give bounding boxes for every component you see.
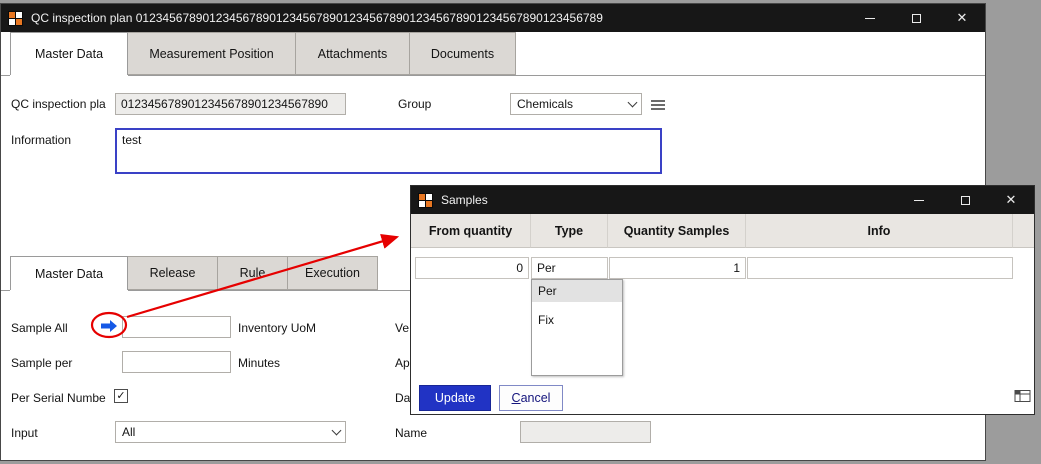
name-input [520,421,651,443]
dialog-maximize-button[interactable] [942,186,988,214]
maximize-button[interactable] [893,4,939,32]
link-arrow-icon[interactable] [100,319,118,333]
type-dropdown-list: Per Fix [531,279,623,376]
sample-per-input[interactable] [122,351,231,373]
desktop-background: QC inspection plan 012345678901234567890… [0,0,1041,464]
dialog-window-controls: ✕ [896,186,1034,214]
main-window-titlebar[interactable]: QC inspection plan 012345678901234567890… [1,4,985,32]
tab-attachments[interactable]: Attachments [296,32,410,75]
label-da: Da [395,391,410,405]
tab-master-data[interactable]: Master Data [10,32,128,75]
column-header-info: Info [746,214,1013,248]
sample-all-label: Sample All [11,321,68,335]
dropdown-option-fix[interactable]: Fix [532,309,622,331]
cancel-button[interactable]: Cancel [499,385,563,411]
inner-tab-master-data[interactable]: Master Data [10,256,128,290]
label-ve: Ve [395,321,409,335]
type-combobox[interactable]: Per [531,257,608,279]
input-label: Input [11,426,38,440]
dropdown-option-per[interactable]: Per [532,280,622,302]
code-label: QC inspection pla [11,97,106,111]
minimize-icon [914,200,924,201]
close-button[interactable]: ✕ [939,4,985,32]
label-ap: Ap [395,356,410,370]
main-tabstrip: Master Data Measurement Position Attachm… [1,32,985,76]
app-logo-icon [418,193,433,208]
information-label: Information [11,133,71,147]
inventory-uom-label: Inventory UoM [238,321,316,335]
quantity-samples-input[interactable] [609,257,746,279]
chevron-down-icon [628,97,638,107]
maximize-icon [961,196,970,205]
samples-dialog-titlebar[interactable]: Samples ✕ [411,186,1034,214]
chevron-down-icon [332,425,342,435]
group-combobox-value: Chemicals [517,97,629,111]
column-header-from-quantity: From quantity [411,214,531,248]
update-button[interactable]: Update [419,385,491,411]
from-quantity-input[interactable] [415,257,529,279]
input-combobox-value: All [122,425,333,439]
app-logo-icon [8,11,23,26]
cancel-rest: ancel [521,391,551,405]
column-header-spacer [1013,214,1034,248]
inner-tab-release[interactable]: Release [128,256,218,290]
per-serial-checkbox[interactable]: ✓ [114,389,128,403]
tab-measurement-position[interactable]: Measurement Position [128,32,296,75]
window-controls: ✕ [847,4,985,32]
minutes-label: Minutes [238,356,280,370]
sample-per-label: Sample per [11,356,72,370]
maximize-icon [912,14,921,23]
minimize-button[interactable] [847,4,893,32]
name-label: Name [395,426,427,440]
code-input [115,93,346,115]
form-settings-grid-icon[interactable] [1014,389,1032,403]
info-input[interactable] [747,257,1013,279]
group-combobox[interactable]: Chemicals [510,93,642,115]
inner-tab-rule[interactable]: Rule [218,256,288,290]
information-textarea[interactable]: test [115,128,662,174]
check-icon: ✓ [116,391,125,402]
input-combobox[interactable]: All [115,421,346,443]
minimize-icon [865,18,875,19]
tab-documents[interactable]: Documents [410,32,516,75]
samples-dialog: Samples ✕ From quantity Type Quantity Sa… [410,185,1035,415]
window-title: QC inspection plan 012345678901234567890… [31,11,603,25]
dialog-close-button[interactable]: ✕ [988,186,1034,214]
per-serial-label: Per Serial Numbe [11,391,106,405]
sample-all-input[interactable] [122,316,231,338]
column-header-type: Type [531,214,608,248]
dialog-minimize-button[interactable] [896,186,942,214]
samples-dialog-title: Samples [441,193,488,207]
value-list-icon[interactable] [650,99,666,111]
column-header-quantity-samples: Quantity Samples [608,214,746,248]
inner-tab-execution[interactable]: Execution [288,256,378,290]
group-label: Group [398,97,431,111]
cancel-accel: C [512,391,521,405]
